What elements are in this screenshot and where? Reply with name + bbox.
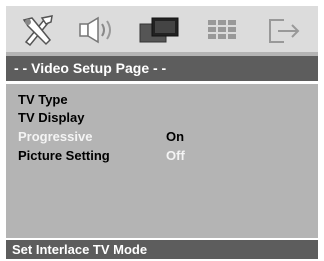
preferences-grid-icon[interactable] [204,14,248,46]
menu-item-tv-display[interactable]: TV Display [18,109,84,126]
menu-item-picture-setting[interactable]: Picture Setting [18,147,110,164]
tools-setup-icon[interactable] [18,14,62,47]
progressive-option-off[interactable]: Off [166,147,185,164]
status-bar: Set Interlace TV Mode [6,238,318,259]
progressive-option-on[interactable]: On [166,128,184,145]
menu-icon-bar [6,6,318,52]
exit-icon[interactable] [264,14,308,46]
menu-item-progressive[interactable]: Progressive [18,128,92,145]
title-divider [6,81,318,84]
video-display-icon[interactable] [138,14,182,46]
page-title: - - Video Setup Page - - [6,56,318,81]
video-setup-menu: - - Video Setup Page - - TV Type TV Disp… [6,6,318,259]
speaker-audio-icon[interactable] [76,14,120,46]
menu-item-tv-type[interactable]: TV Type [18,91,68,108]
